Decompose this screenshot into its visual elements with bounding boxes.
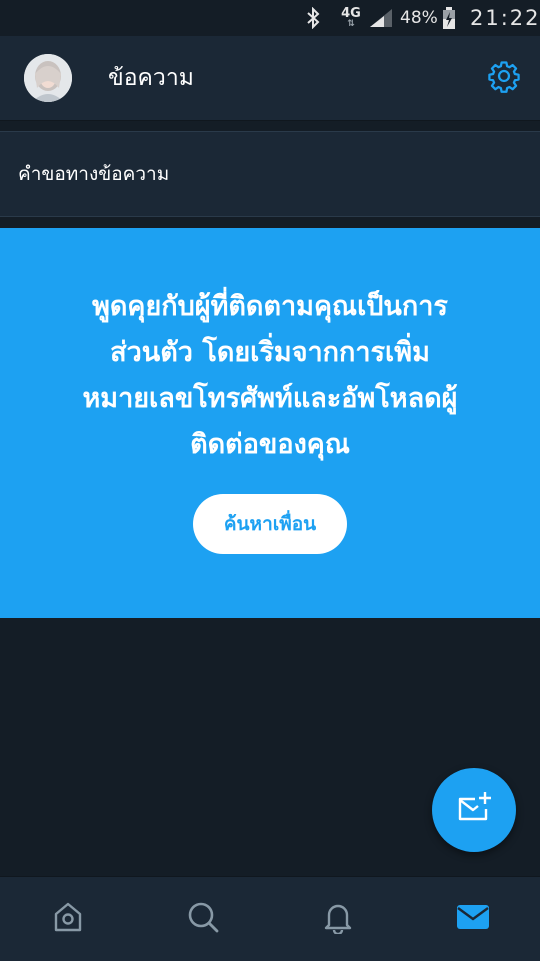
find-friends-button[interactable]: ค้นหาเพื่อน: [193, 494, 347, 554]
banner-line: ติดต่อของคุณ: [190, 429, 350, 460]
bottom-navigation: [0, 876, 540, 961]
banner-text: พูดคุยกับผู้ที่ติดตามคุณเป็นการ ส่วนตัว …: [40, 284, 500, 468]
banner-line: พูดคุยกับผู้ที่ติดตามคุณเป็นการ: [92, 291, 448, 322]
clock: 21:22: [470, 6, 540, 30]
battery-percent: 48%: [400, 8, 438, 28]
search-icon: [186, 900, 220, 938]
message-requests-label: คำขอทางข้อความ: [18, 163, 170, 185]
mail-icon: [456, 903, 490, 935]
top-app-bar: ข้อความ: [0, 36, 540, 121]
new-message-icon: [456, 791, 492, 829]
message-requests-row[interactable]: คำขอทางข้อความ: [0, 131, 540, 217]
find-friends-banner: พูดคุยกับผู้ที่ติดตามคุณเป็นการ ส่วนตัว …: [0, 228, 540, 618]
divider: [0, 121, 540, 131]
new-message-button[interactable]: [432, 768, 516, 852]
gear-icon: [487, 59, 521, 97]
nav-notifications[interactable]: [270, 877, 405, 961]
bluetooth-icon: [302, 0, 324, 36]
network-indicator: 4G ⇅: [340, 0, 362, 36]
page-title: ข้อความ: [108, 65, 194, 91]
bell-icon: [321, 900, 355, 938]
signal-icon: [368, 0, 394, 36]
data-arrows-icon: ⇅: [347, 19, 355, 29]
avatar[interactable]: [24, 54, 72, 102]
settings-button[interactable]: [484, 58, 524, 98]
nav-search[interactable]: [135, 877, 270, 961]
home-icon: [51, 900, 85, 938]
nav-home[interactable]: [0, 877, 135, 961]
battery-icon: [442, 0, 460, 36]
nav-messages[interactable]: [405, 877, 540, 961]
status-bar: 4G ⇅ 48% 21:22: [0, 0, 540, 36]
banner-line: ส่วนตัว โดยเริ่มจากการเพิ่ม: [110, 337, 430, 368]
banner-line: หมายเลขโทรศัพท์และอัพโหลดผู้: [82, 383, 458, 414]
